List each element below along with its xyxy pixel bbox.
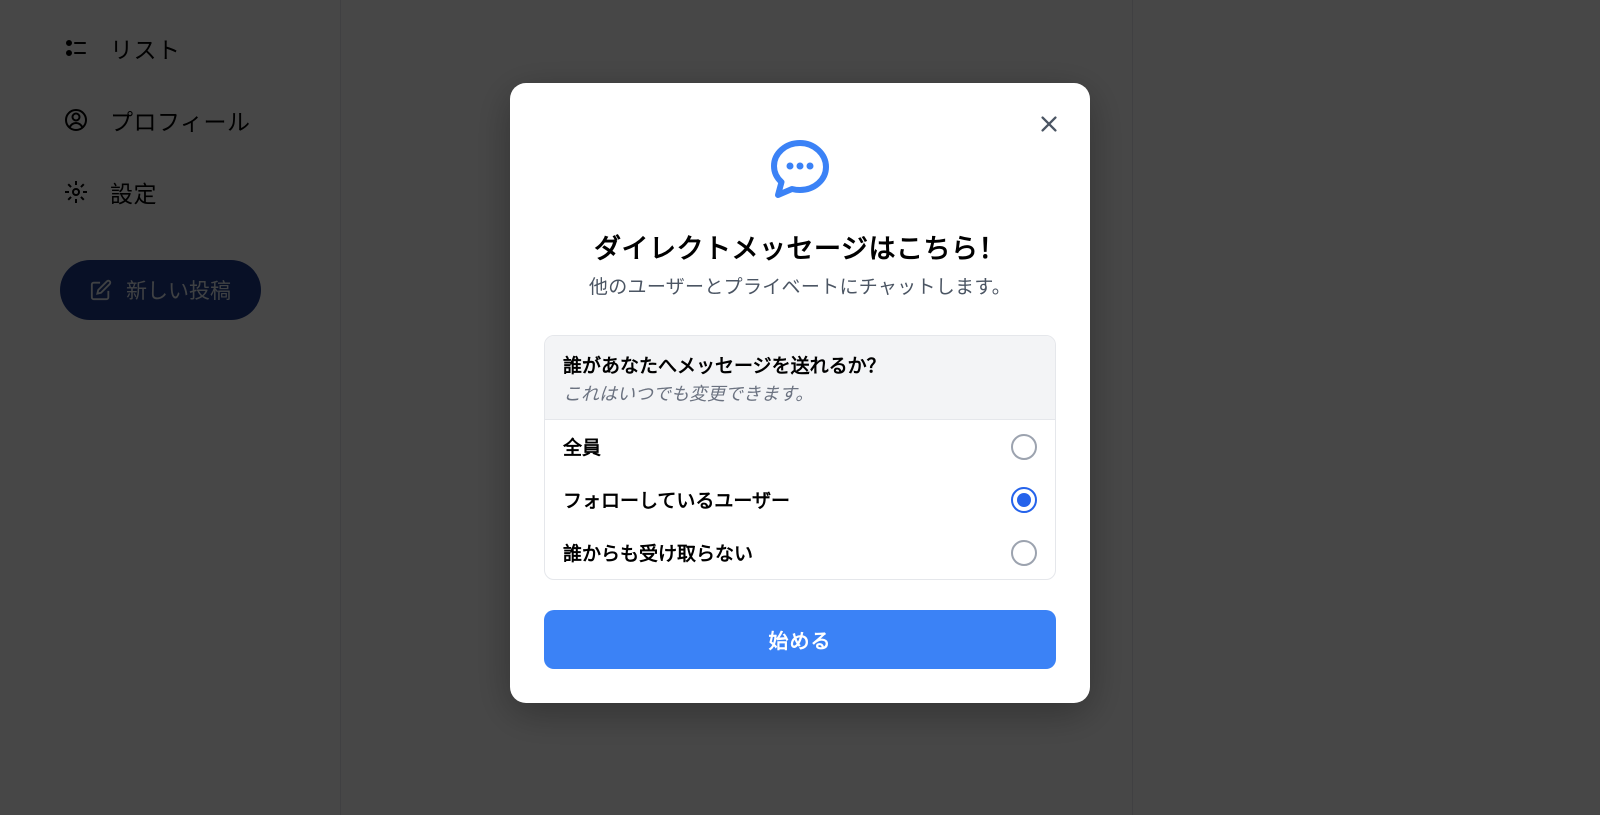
modal-title: ダイレクトメッセージはこちら！	[544, 227, 1056, 266]
close-button[interactable]	[1034, 109, 1064, 139]
modal-overlay[interactable]: ダイレクトメッセージはこちら！ 他のユーザーとプライベートにチャットします。 誰…	[0, 0, 1600, 815]
option-label: フォローしているユーザー	[563, 486, 790, 513]
options-header-subtitle: これはいつでも変更できます。	[563, 380, 1037, 406]
options-header: 誰があなたへメッセージを送れるか？ これはいつでも変更できます。	[545, 336, 1055, 420]
radio-selected	[1011, 487, 1037, 513]
radio-unselected	[1011, 540, 1037, 566]
modal-subtitle: 他のユーザーとプライベートにチャットします。	[544, 272, 1056, 299]
option-label: 全員	[563, 433, 601, 460]
message-permission-options: 誰があなたへメッセージを送れるか？ これはいつでも変更できます。 全員 フォロー…	[544, 335, 1056, 580]
option-nobody[interactable]: 誰からも受け取らない	[545, 526, 1055, 579]
start-button[interactable]: 始める	[544, 610, 1056, 669]
close-icon	[1038, 113, 1060, 135]
direct-message-modal: ダイレクトメッセージはこちら！ 他のユーザーとプライベートにチャットします。 誰…	[510, 83, 1090, 703]
chat-bubble-icon	[544, 133, 1056, 209]
option-following[interactable]: フォローしているユーザー	[545, 473, 1055, 526]
option-label: 誰からも受け取らない	[563, 539, 753, 566]
radio-unselected	[1011, 434, 1037, 460]
option-everyone[interactable]: 全員	[545, 420, 1055, 473]
options-header-title: 誰があなたへメッセージを送れるか？	[563, 351, 1037, 378]
